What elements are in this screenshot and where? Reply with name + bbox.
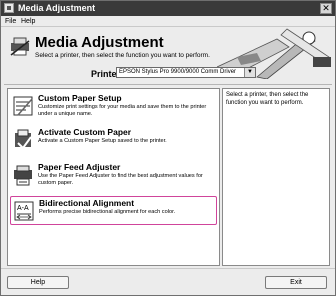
printer-tools-icon — [10, 37, 30, 56]
custom-paper-icon — [13, 96, 33, 116]
media-adjustment-window: Media Adjustment ✕ File Help Media Adjus… — [0, 0, 336, 296]
info-text: Select a printer, then select the functi… — [226, 92, 309, 106]
function-bidirectional-alignment[interactable]: A-A Bidirectional Alignment Performs pre… — [10, 196, 217, 225]
function-description: Use the Paper Feed Adjuster to find the … — [38, 173, 203, 186]
footer: Help Exit — [1, 268, 335, 295]
window-title: Media Adjustment — [18, 3, 96, 13]
svg-text:A-A: A-A — [17, 205, 29, 212]
function-paper-feed-adjuster[interactable]: Paper Feed Adjuster Use the Paper Feed A… — [10, 161, 217, 191]
function-custom-paper-setup[interactable]: Custom Paper Setup Customize print setti… — [10, 92, 217, 122]
close-button[interactable]: ✕ — [320, 3, 332, 14]
menu-file[interactable]: File — [5, 16, 16, 27]
function-label: Bidirectional Alignment — [39, 198, 135, 208]
function-label: Paper Feed Adjuster — [38, 162, 121, 172]
help-button[interactable]: Help — [7, 276, 69, 289]
exit-button[interactable]: Exit — [265, 276, 327, 289]
app-icon — [4, 3, 14, 13]
header: Media Adjustment Select a printer, then … — [1, 27, 335, 85]
divider — [4, 84, 332, 85]
bidirectional-alignment-icon: A-A — [14, 201, 34, 221]
info-panel: Select a printer, then select the functi… — [222, 88, 330, 266]
page-subtitle: Select a printer, then select the functi… — [35, 52, 210, 59]
chevron-down-icon[interactable]: ▼ — [244, 68, 255, 77]
function-label: Activate Custom Paper — [38, 127, 132, 137]
function-description: Customize print settings for your media … — [38, 104, 207, 117]
function-list: Custom Paper Setup Customize print setti… — [7, 88, 220, 266]
paper-feed-icon — [14, 165, 32, 186]
page-title: Media Adjustment — [35, 34, 164, 51]
function-description: Activate a Custom Paper Setup saved to t… — [38, 138, 167, 144]
activate-paper-icon — [15, 129, 32, 150]
function-activate-custom-paper[interactable]: Activate Custom Paper Activate a Custom … — [10, 126, 217, 156]
printer-select[interactable]: EPSON Stylus Pro 9900/9000 Comm Driver ▼ — [116, 67, 256, 78]
function-label: Custom Paper Setup — [38, 93, 122, 103]
printer-select-value: EPSON Stylus Pro 9900/9000 Comm Driver — [119, 69, 237, 75]
menu-bar: File Help — [1, 16, 335, 27]
function-description: Performs precise bidirectional alignment… — [39, 209, 176, 215]
title-bar: Media Adjustment ✕ — [1, 1, 335, 16]
menu-help[interactable]: Help — [21, 16, 35, 27]
